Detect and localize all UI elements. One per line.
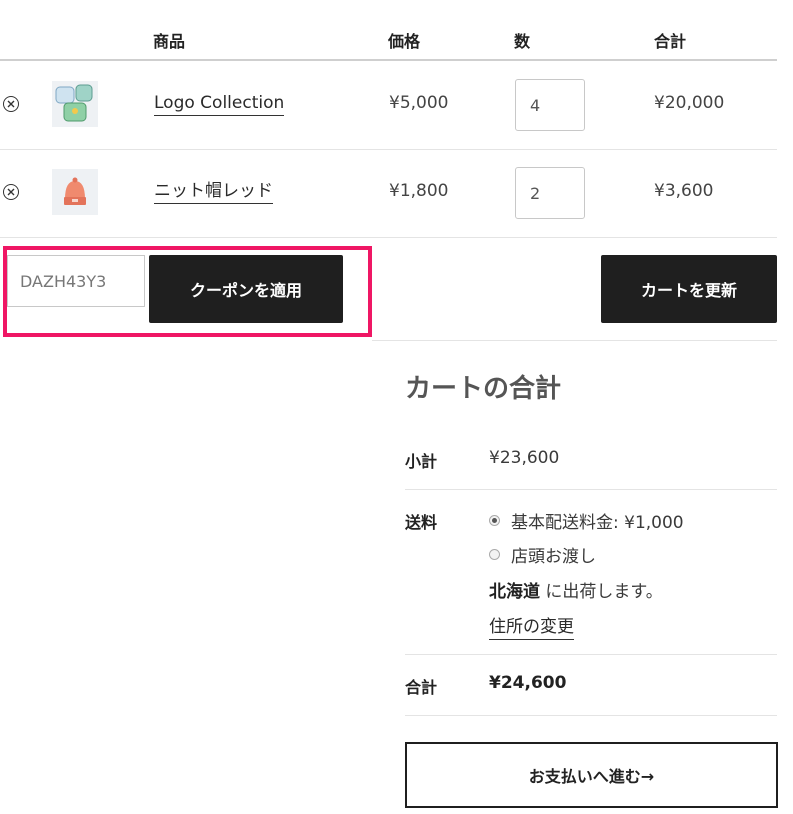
actions-divider xyxy=(372,340,777,341)
shipping-option-label: 店頭お渡し xyxy=(511,547,596,567)
update-cart-button[interactable]: カートを更新 xyxy=(601,255,777,323)
shipping-option-label: 基本配送料金: ¥1,000 xyxy=(511,513,684,533)
subtotal-value: ¥23,600 xyxy=(489,448,560,468)
quantity-input[interactable] xyxy=(515,79,585,131)
proceed-to-checkout-button[interactable]: お支払いへ進む→ xyxy=(405,742,778,808)
product-total: ¥20,000 xyxy=(654,93,725,113)
product-price: ¥5,000 xyxy=(389,93,449,113)
remove-item-icon[interactable] xyxy=(3,96,19,112)
shipping-region: 北海道 xyxy=(489,582,540,602)
product-total: ¥3,600 xyxy=(654,181,714,201)
header-subtotal: 合計 xyxy=(654,32,687,51)
red-beanie-icon xyxy=(64,177,86,205)
row-divider xyxy=(0,237,777,238)
remove-item-icon[interactable] xyxy=(3,184,19,200)
change-address-link[interactable]: 住所の変更 xyxy=(489,612,574,640)
subtotal-label: 小計 xyxy=(405,452,438,471)
cart-totals-title: カートの合計 xyxy=(405,374,562,404)
shipping-destination-text: に出荷します。 xyxy=(540,582,663,602)
product-link[interactable]: Logo Collection xyxy=(154,93,285,116)
header-divider xyxy=(0,59,777,61)
product-thumbnail[interactable] xyxy=(52,81,98,127)
order-total-value: ¥24,600 xyxy=(489,673,567,693)
shipping-label: 送料 xyxy=(405,513,438,532)
radio-unselected-icon[interactable] xyxy=(489,549,500,560)
order-total-label: 合計 xyxy=(405,678,438,697)
totals-divider xyxy=(405,715,777,716)
shipping-option-pickup[interactable]: 店頭お渡し xyxy=(489,542,596,567)
product-thumbnail[interactable] xyxy=(52,169,98,215)
shipping-option-basic[interactable]: 基本配送料金: ¥1,000 xyxy=(489,508,684,533)
coupon-code-input[interactable] xyxy=(7,255,145,307)
product-link[interactable]: ニット帽レッド xyxy=(154,181,273,204)
totals-divider xyxy=(405,654,777,655)
hoodie-collection-icon xyxy=(55,84,93,122)
shipping-destination: 北海道 に出荷します。 xyxy=(489,577,663,602)
header-price: 価格 xyxy=(388,32,421,51)
row-divider xyxy=(0,149,777,150)
apply-coupon-button[interactable]: クーポンを適用 xyxy=(149,255,343,323)
header-product: 商品 xyxy=(153,32,186,51)
totals-divider xyxy=(405,489,777,490)
header-quantity: 数 xyxy=(514,32,531,51)
quantity-input[interactable] xyxy=(515,167,585,219)
product-price: ¥1,800 xyxy=(389,181,449,201)
radio-selected-icon[interactable] xyxy=(489,515,500,526)
